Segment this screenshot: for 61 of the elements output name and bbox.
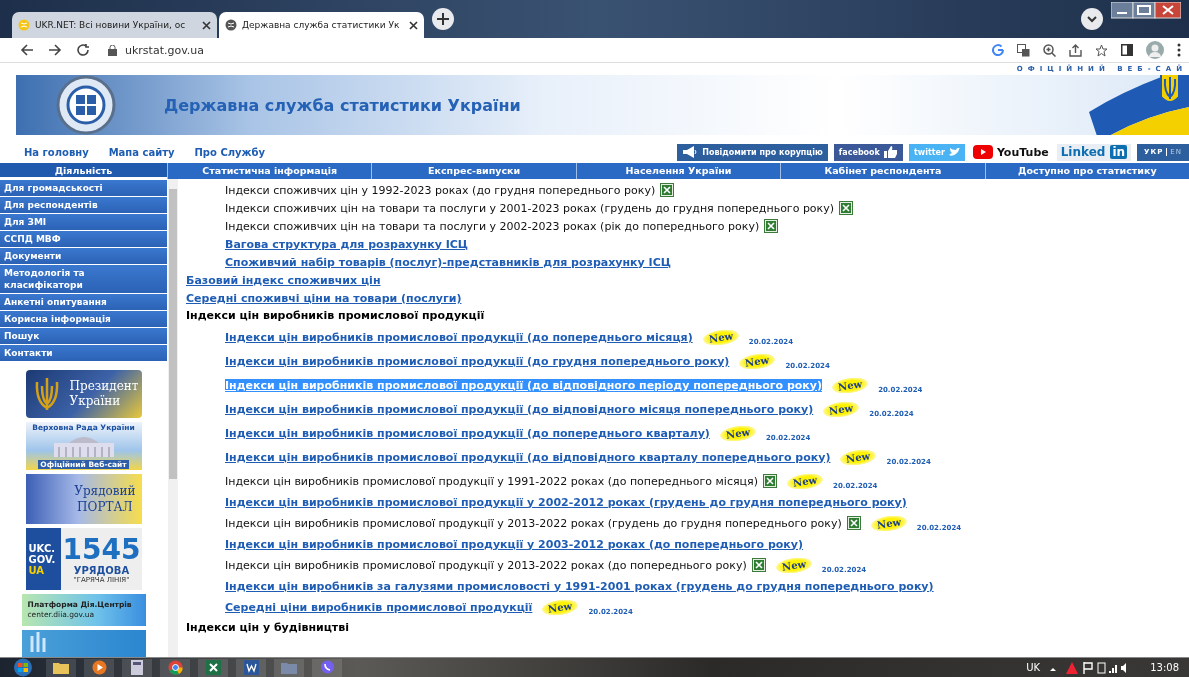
report-title: Індекси цін виробників промислової продукції у 1991-2022 роках (до попереднього місяця) xyxy=(225,474,758,488)
new-badge: New xyxy=(831,375,869,395)
new-badge: New xyxy=(786,471,824,491)
banner-link[interactable]: Урядовий ПОРТАЛ xyxy=(25,474,142,524)
new-badge: New xyxy=(541,597,580,617)
report-corruption-button[interactable]: Повідомити про корупцію xyxy=(677,143,828,161)
report-link[interactable]: Індекси цін виробників промислової продукції (до грудня попереднього року) xyxy=(225,354,730,368)
report-title: Індекси споживчих цін у 1992-2023 роках (до грудня попереднього року) xyxy=(225,183,656,197)
language-indicator[interactable]: UK xyxy=(1026,662,1041,673)
new-badge: New xyxy=(738,351,777,371)
address-field[interactable]: ukrstat.gov.ua xyxy=(108,43,205,57)
browser-tab[interactable]: Державна служба статистики Ук xyxy=(219,12,424,38)
sidebar-item[interactable]: ССПД МВФ xyxy=(0,231,167,247)
report-link[interactable]: Середні ціни виробників промислової продукції xyxy=(225,600,533,614)
report-link[interactable]: Індекси цін виробників промислової продукції (до попереднього місяця) xyxy=(225,330,693,344)
new-badge: New xyxy=(701,327,740,347)
report-link[interactable]: Вагова структура для розрахунку ІСЦ xyxy=(225,237,469,251)
report-link[interactable]: Споживчий набір товарів (послуг)-представників для розрахунку ІСЦ xyxy=(225,255,671,269)
report-title: Індекси цін виробників промислової продукції у 2013-2022 роках (до попереднього року) xyxy=(225,558,747,572)
youtube-button[interactable]: YouTube xyxy=(970,143,1051,161)
browser-tab[interactable]: UKR.NET: Всі новини України, ос xyxy=(12,12,217,38)
menu-tab[interactable]: Діяльність xyxy=(0,163,167,179)
report-title: Індекси споживчих цін на товари та послуги у 2001-2023 роках (грудень до грудня попереднього року) xyxy=(225,201,835,215)
menu-tab[interactable]: Доступно про статистику xyxy=(984,163,1189,179)
clock: 13:08 xyxy=(1150,662,1179,673)
report-link[interactable]: Індекси цін виробників промислової продукції (до попереднього кварталу) xyxy=(225,426,710,440)
menu-tab[interactable]: Експрес-випуски xyxy=(371,163,576,179)
new-badge: New xyxy=(774,555,813,575)
new-badge: New xyxy=(719,423,757,443)
section-heading: Індекси цін виробників промислової продукції xyxy=(186,308,486,324)
report-link[interactable]: Індекси цін виробників промислової продукції у 2003-2012 роках (до попереднього року) xyxy=(225,537,804,551)
report-link[interactable]: Індекси цін виробників промислової продукції у 2002-2012 роках (грудень до грудня попереднього року) xyxy=(225,495,907,509)
menu-tab[interactable]: Кабінет респондента xyxy=(780,163,985,179)
menu-tab[interactable]: Населення України xyxy=(575,163,781,179)
sidebar-item[interactable]: Пошук xyxy=(0,328,167,344)
new-badge: New xyxy=(869,513,908,533)
report-title: Індекси споживчих цін на товари та послуги у 2002-2023 роках (рік до попереднього року) xyxy=(225,219,760,233)
nav-link[interactable]: На головну xyxy=(24,146,89,158)
report-link[interactable]: Індекси цін виробників промислової продукції (до відповідного місяця попереднього року) xyxy=(225,402,814,416)
new-badge: New xyxy=(822,399,861,419)
site-title: Державна служба статистики України xyxy=(164,95,521,115)
facebook-button[interactable]: facebook xyxy=(833,143,903,161)
sidebar-item[interactable]: Контакти xyxy=(0,345,167,361)
sidebar-item[interactable]: Документи xyxy=(0,248,167,264)
sidebar-item[interactable]: Анкетні опитування xyxy=(0,294,167,310)
report-link[interactable]: Індекси цін виробників за галузями промисловості у 1991-2001 роках (грудень до грудня попереднього року) xyxy=(225,579,934,593)
sidebar-item[interactable]: Корисна інформація xyxy=(0,311,167,327)
report-link[interactable]: Індекси цін виробників промислової продукції (до відповідного кварталу попереднього року) xyxy=(225,450,831,464)
report-link[interactable]: Середні споживчі ціни на товари (послуги) xyxy=(186,291,462,305)
report-title: Індекси цін виробників промислової продукції у 2013-2022 роках (грудень до грудня попереднього року) xyxy=(225,516,842,530)
section-heading: Індекси цін у будівництві xyxy=(186,620,350,636)
sidebar-item[interactable]: Для громадськості xyxy=(0,180,167,196)
sidebar-item[interactable]: Методологія та класифікатори xyxy=(0,265,167,293)
nav-link[interactable]: Про Службу xyxy=(194,146,265,158)
nav-link[interactable]: Мапа сайту xyxy=(108,146,175,158)
sidebar-item[interactable]: Для ЗМІ xyxy=(0,214,167,230)
new-badge: New xyxy=(839,447,878,467)
report-link[interactable]: Базовий індекс споживчих цін xyxy=(186,273,381,287)
sidebar-item[interactable]: Для респондентів xyxy=(0,197,167,213)
banner-link[interactable]: Президент України xyxy=(25,370,142,418)
linkedin-button[interactable]: Linked in xyxy=(1056,143,1132,161)
